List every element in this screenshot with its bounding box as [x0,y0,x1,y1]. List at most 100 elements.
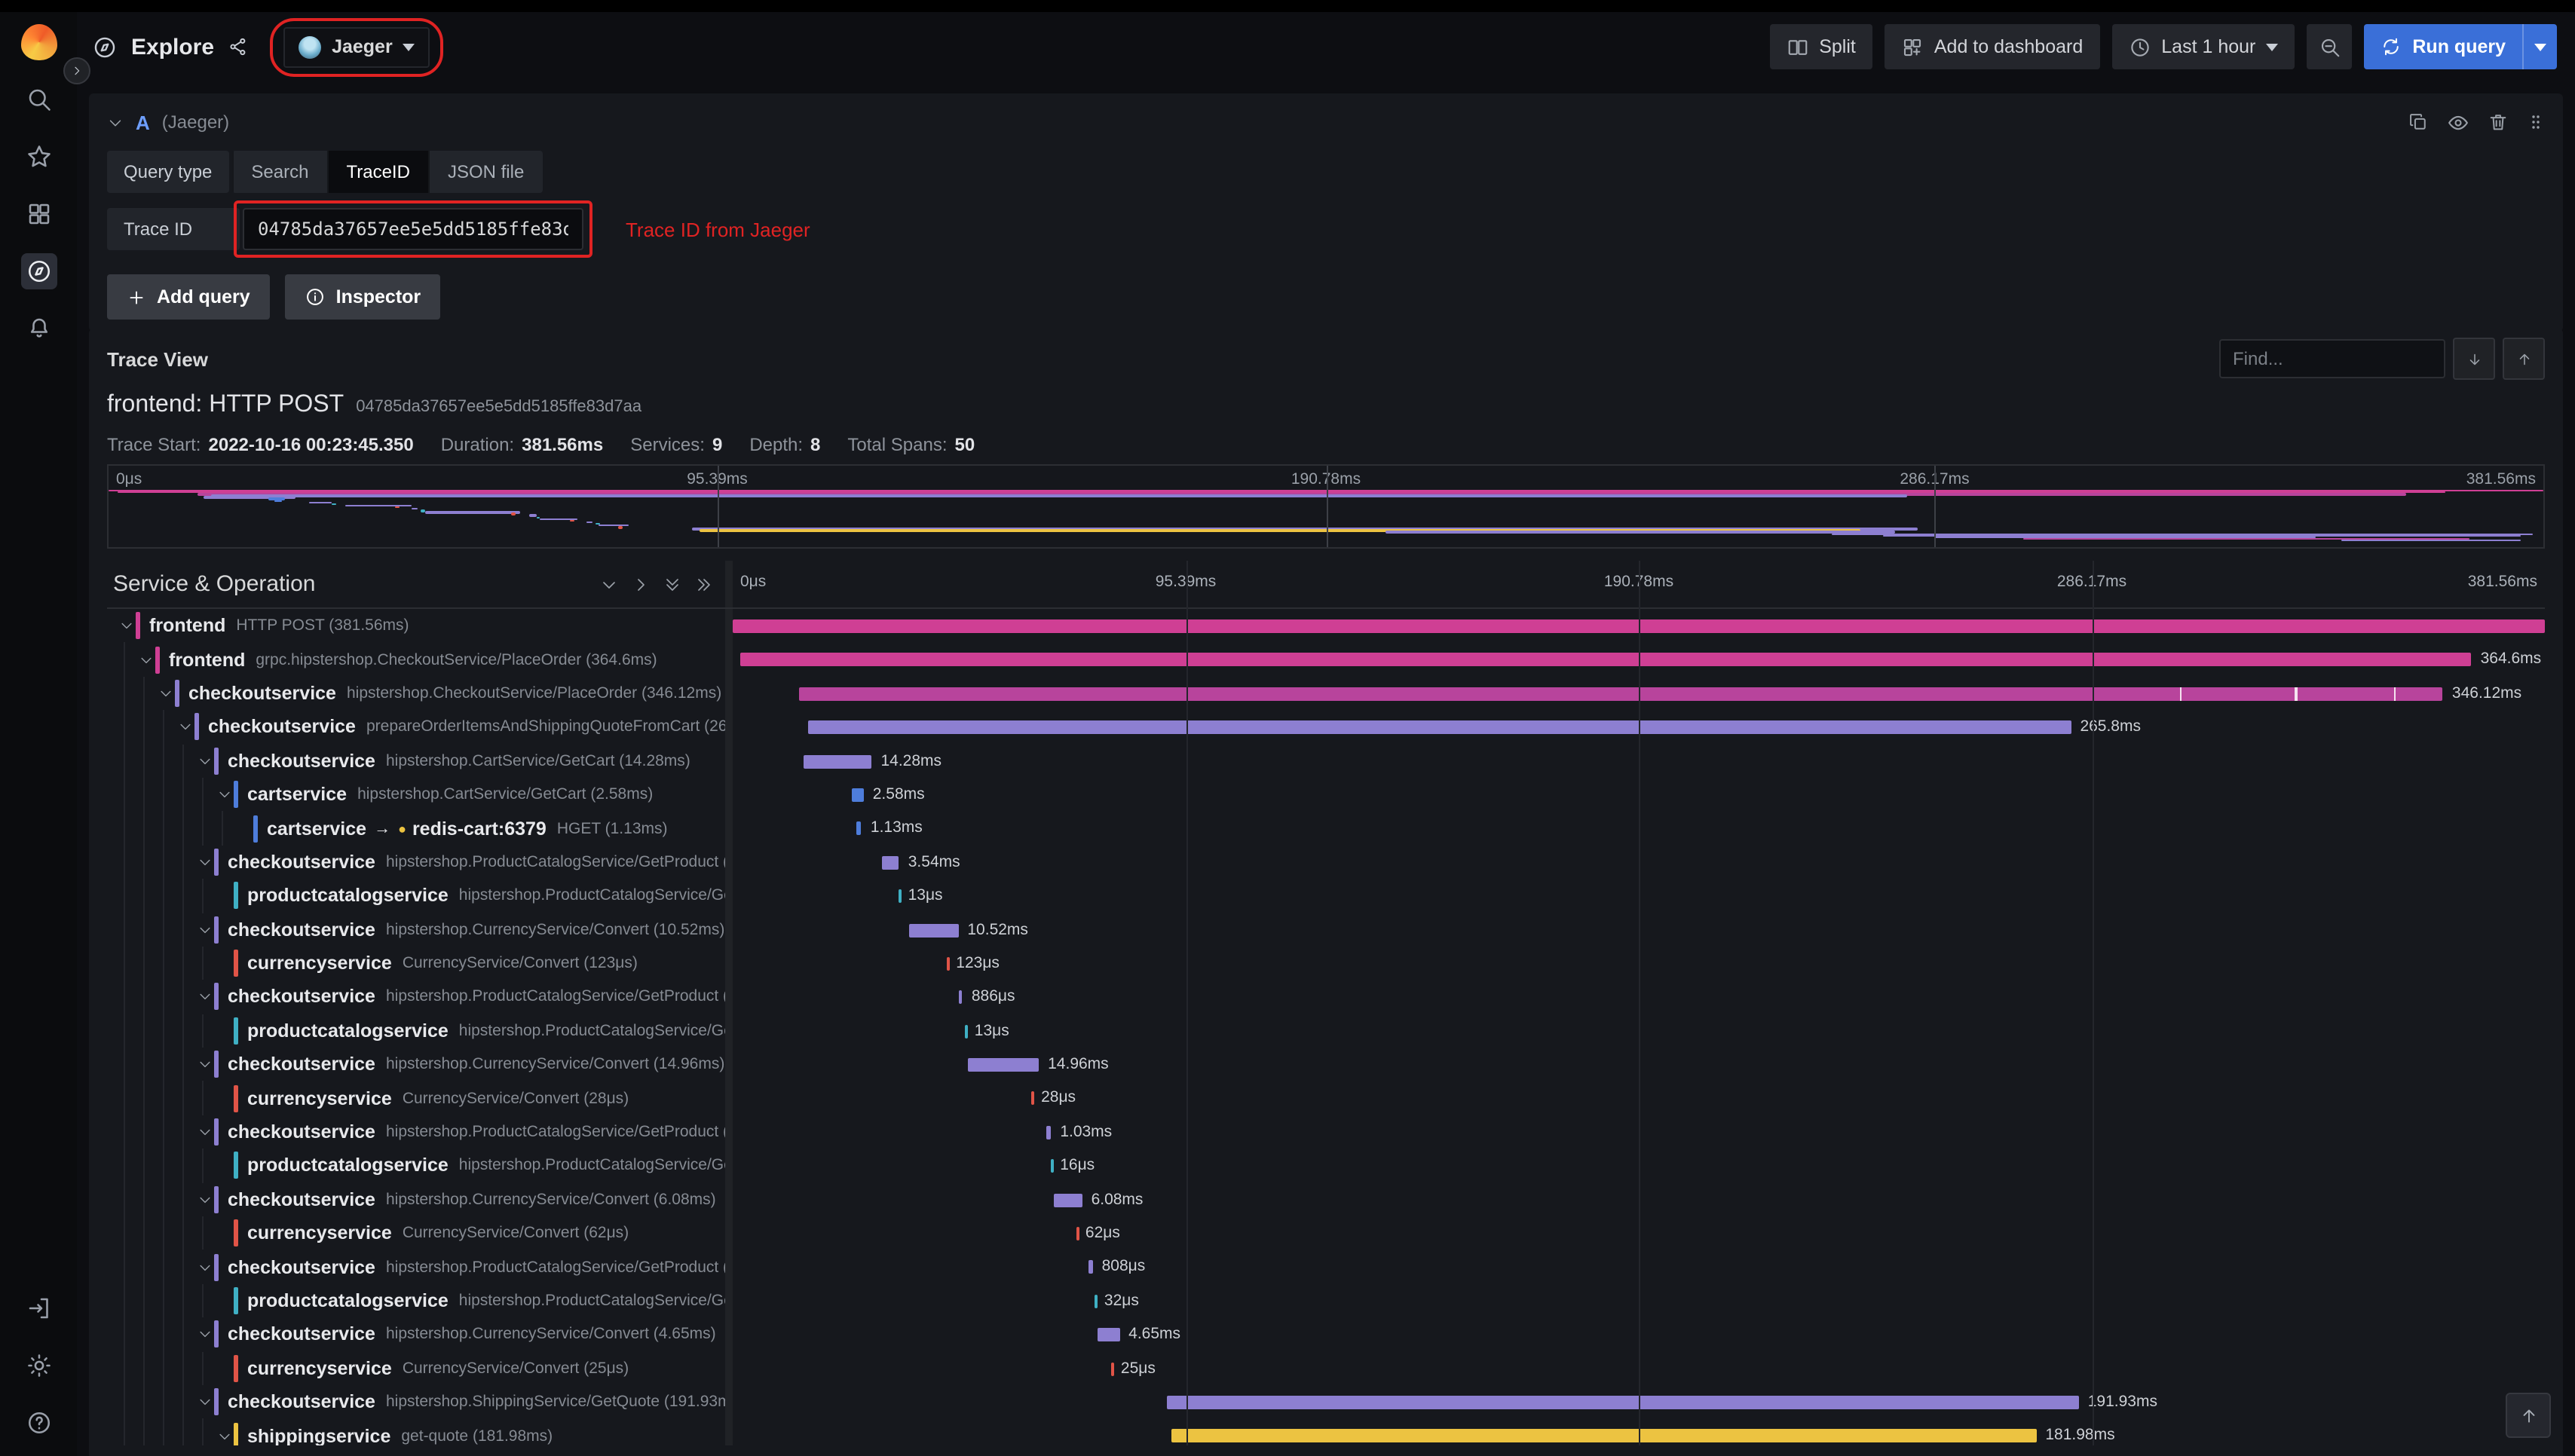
expand-one-icon[interactable] [632,575,650,593]
span-row[interactable]: productcatalogservice hipstershop.Product… [107,879,2545,913]
span-row-label[interactable]: checkoutservice hipstershop.CurrencyServi… [107,913,733,947]
span-row-label[interactable]: currencyservice CurrencyService/Convert (… [107,1081,733,1115]
help-icon[interactable] [20,1405,57,1441]
collapse-chevron-icon[interactable] [107,114,124,130]
span-row-label[interactable]: checkoutservice hipstershop.ProductCatalo… [107,1115,733,1149]
span-bar[interactable] [1088,1260,1093,1274]
span-row-label[interactable]: checkoutservice hipstershop.CurrencyServi… [107,1048,733,1081]
find-input[interactable] [2219,339,2445,378]
drag-handle-icon[interactable] [2527,112,2545,133]
span-row[interactable]: currencyservice CurrencyService/Convert (… [107,1081,2545,1115]
span-bar[interactable] [739,653,2472,667]
span-row[interactable]: currencyservice CurrencyService/Convert (… [107,1351,2545,1385]
grafana-logo[interactable] [20,24,57,60]
span-row[interactable]: checkoutservice prepareOrderItemsAndShipp… [107,710,2545,745]
query-type-search[interactable]: Search [231,151,326,193]
row-collapse-chevron-icon[interactable] [194,1124,214,1139]
span-row-label[interactable]: frontend grpc.hipstershop.CheckoutService… [107,642,733,677]
zoom-out-button[interactable] [2307,24,2353,69]
datasource-picker[interactable]: Jaeger [283,26,430,67]
span-row-label[interactable]: shippingservice get-quote (181.98ms) [107,1418,733,1445]
span-row-label[interactable]: cartservice hipstershop.CartService/GetCa… [107,777,733,812]
row-collapse-chevron-icon[interactable] [116,618,136,633]
span-bar[interactable] [808,720,2071,735]
settings-gear-icon[interactable] [20,1347,57,1384]
row-collapse-chevron-icon[interactable] [194,1057,214,1072]
dashboards-icon[interactable] [20,196,57,232]
run-query-button[interactable]: Run query [2364,24,2557,69]
add-query-button[interactable]: Add query [107,274,270,320]
query-ref-id[interactable]: A [136,111,150,133]
span-bar[interactable] [1046,1125,1052,1139]
starred-icon[interactable] [20,139,57,175]
span-row[interactable]: checkoutservice hipstershop.ProductCatalo… [107,980,2545,1014]
span-row-label[interactable]: checkoutservice hipstershop.CartService/G… [107,744,733,778]
collapse-all-icon[interactable] [663,575,681,593]
row-collapse-chevron-icon[interactable] [194,1327,214,1342]
span-bar[interactable] [1095,1294,1098,1308]
span-bar[interactable] [1076,1227,1079,1241]
span-row[interactable]: checkoutservice hipstershop.CheckoutServi… [107,676,2545,711]
span-row[interactable]: checkoutservice hipstershop.ProductCatalo… [107,1115,2545,1149]
span-bar[interactable] [1111,1362,1115,1376]
span-row-label[interactable]: checkoutservice hipstershop.ProductCatalo… [107,980,733,1014]
sign-in-icon[interactable] [20,1290,57,1326]
row-collapse-chevron-icon[interactable] [194,990,214,1005]
row-collapse-chevron-icon[interactable] [214,787,234,802]
query-type-json-file[interactable]: JSON file [427,151,542,193]
span-row-label[interactable]: currencyservice CurrencyService/Convert (… [107,1351,733,1385]
span-row-label[interactable]: checkoutservice hipstershop.CheckoutServi… [107,676,733,711]
span-row[interactable]: frontend grpc.hipstershop.CheckoutService… [107,642,2545,677]
explore-icon[interactable] [20,253,57,289]
span-bar[interactable] [851,788,864,802]
find-next-button[interactable] [2453,338,2495,380]
span-bar[interactable] [1097,1328,1120,1342]
span-row-label[interactable]: currencyservice CurrencyService/Convert (… [107,1216,733,1250]
span-row[interactable]: cartservice hipstershop.CartService/GetCa… [107,777,2545,812]
span-row-label[interactable]: productcatalogservice hipstershop.Product… [107,1149,733,1183]
add-to-dashboard-button[interactable]: Add to dashboard [1884,24,2100,69]
span-bar[interactable] [967,1058,1039,1072]
span-row-label[interactable]: frontend HTTP POST (381.56ms) [107,609,733,643]
span-bar[interactable] [899,889,902,904]
row-collapse-chevron-icon[interactable] [214,1428,234,1443]
span-row-label[interactable]: currencyservice CurrencyService/Convert (… [107,946,733,980]
span-bar[interactable] [799,687,2443,701]
span-row[interactable]: currencyservice CurrencyService/Convert (… [107,1216,2545,1250]
inspector-button[interactable]: Inspector [284,274,441,320]
span-bar[interactable] [882,855,899,870]
span-row[interactable]: checkoutservice hipstershop.CurrencyServi… [107,913,2545,947]
span-row[interactable]: checkoutservice hipstershop.ProductCatalo… [107,845,2545,879]
span-bar[interactable] [804,754,872,769]
query-type-traceid[interactable]: TraceID [326,151,428,193]
span-bar[interactable] [958,990,963,1005]
collapse-one-icon[interactable] [600,575,618,593]
trace-minimap[interactable]: 0μs95.39ms190.78ms286.17ms381.56ms [107,464,2545,549]
span-row[interactable]: checkoutservice hipstershop.CurrencyServi… [107,1048,2545,1081]
span-row-label[interactable]: cartservice → ● redis-cart:6379 HGET (1.13ms… [107,811,733,846]
trace-id-input[interactable] [243,208,583,250]
span-bar[interactable] [733,619,2545,633]
hide-query-eye-icon[interactable] [2447,111,2469,133]
span-row[interactable]: frontend HTTP POST (381.56ms) [107,609,2545,643]
span-row-label[interactable]: checkoutservice hipstershop.ShippingServi… [107,1384,733,1419]
row-collapse-chevron-icon[interactable] [175,720,194,735]
delete-query-trash-icon[interactable] [2488,112,2509,133]
row-collapse-chevron-icon[interactable] [194,1259,214,1274]
span-row[interactable]: checkoutservice hipstershop.CurrencyServi… [107,1317,2545,1352]
span-row[interactable]: cartservice → ● redis-cart:6379 HGET (1.13ms… [107,811,2545,846]
span-row[interactable]: checkoutservice hipstershop.CartService/G… [107,744,2545,778]
search-icon[interactable] [20,81,57,118]
span-bar[interactable] [1171,1429,2037,1443]
span-row-label[interactable]: checkoutservice hipstershop.ProductCatalo… [107,1250,733,1284]
row-collapse-chevron-icon[interactable] [155,686,175,701]
span-bar[interactable] [1031,1091,1035,1106]
span-bar[interactable] [856,821,862,836]
span-bar[interactable] [908,923,959,938]
run-query-dropdown[interactable] [2522,24,2557,69]
span-bar[interactable] [946,956,950,971]
span-bar[interactable] [1053,1193,1082,1207]
span-row[interactable]: productcatalogservice hipstershop.Product… [107,1283,2545,1318]
span-row[interactable]: productcatalogservice hipstershop.Product… [107,1014,2545,1048]
row-collapse-chevron-icon[interactable] [194,922,214,937]
